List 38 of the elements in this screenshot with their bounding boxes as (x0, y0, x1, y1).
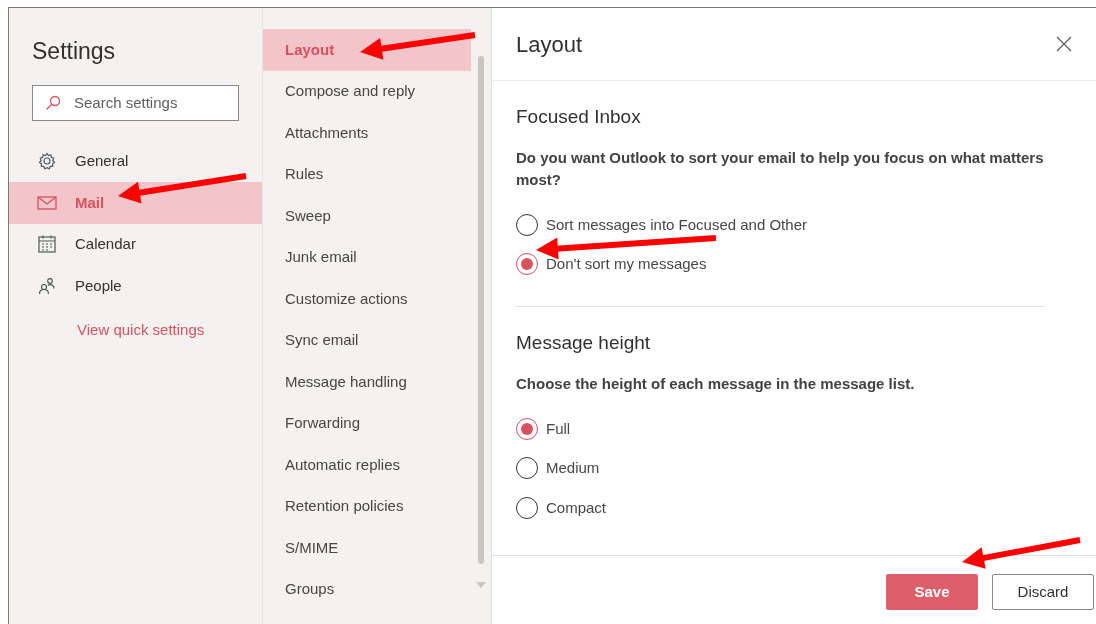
subcategory-item[interactable]: Automatic replies (263, 444, 471, 486)
category-item[interactable]: General (9, 140, 262, 182)
subcategory-item[interactable]: Groups (263, 568, 471, 610)
calendar-icon (37, 234, 57, 255)
subcategory-item[interactable]: Compose and reply (263, 70, 471, 112)
discard-button[interactable]: Discard (992, 574, 1094, 610)
subcategory-item[interactable]: Customize actions (263, 278, 471, 320)
subcategory-item[interactable]: Attachments (263, 112, 471, 154)
subcategory-item[interactable]: Sweep (263, 195, 471, 237)
settings-title: Settings (31, 37, 117, 66)
search-field[interactable]: Search settings (32, 84, 239, 121)
section-question: Choose the height of each message in the message list. (516, 374, 916, 394)
subcategory-item[interactable]: Forwarding (263, 402, 471, 444)
section-question: Do you want Outlook to sort your email to help you focus on what matters most? (516, 148, 1045, 190)
subcategory-item[interactable]: Retention policies (263, 485, 471, 527)
scrollbar-thumb[interactable] (478, 56, 484, 564)
subcategory-item[interactable]: Sync email (263, 319, 471, 361)
people-icon (37, 275, 57, 296)
save-button[interactable]: Save (886, 574, 978, 610)
category-item[interactable]: Calendar (9, 223, 262, 265)
section-heading: Message height (516, 331, 652, 355)
section-heading: Focused Inbox (516, 105, 642, 129)
option-label: Medium (546, 458, 600, 478)
category-item[interactable]: People (9, 265, 262, 307)
subcategory-item[interactable]: Rules (263, 153, 471, 195)
option-label: Full (546, 418, 571, 439)
option-label: Sort messages into Focused and Other (546, 214, 807, 235)
subcategory-item[interactable]: Junk email (263, 236, 471, 278)
mail-icon (37, 195, 57, 210)
search-icon (45, 94, 61, 111)
panel-title: Layout (516, 30, 583, 59)
close-icon[interactable] (1056, 36, 1072, 52)
option-label: Compact (546, 497, 607, 518)
subcategory-item[interactable]: S/MIME (263, 527, 471, 569)
gear-icon (37, 151, 57, 172)
option-label: Don't sort my messages (546, 254, 707, 274)
subcategory-item[interactable]: Message handling (263, 361, 471, 403)
quick-settings-link[interactable]: View quick settings (77, 318, 205, 341)
